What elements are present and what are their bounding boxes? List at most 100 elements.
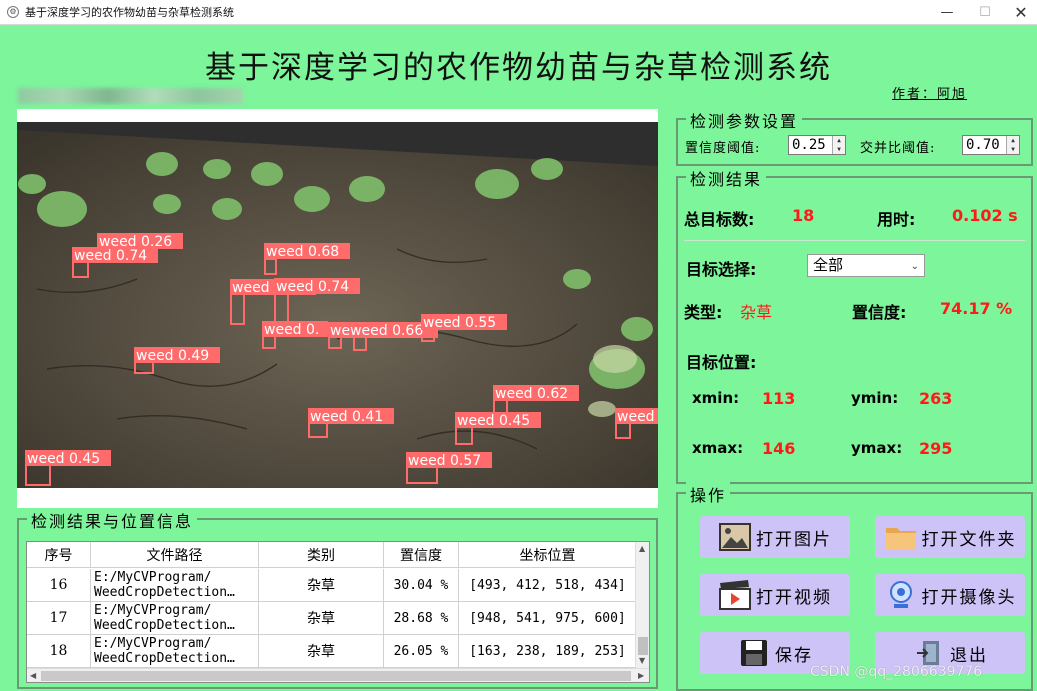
time-label: 用时:: [877, 210, 916, 229]
row-coords: [493, 412, 518, 434]: [459, 569, 637, 601]
table-header: 序号 文件路径 类别 置信度 坐标位置: [27, 542, 637, 568]
spin-arrows-icon[interactable]: ▲ ▼: [832, 136, 845, 154]
row-path: E:/MyCVProgram/ WeedCropDetection…: [91, 569, 259, 601]
image-display: weed 0.26 weed 0.74 weed 0.68 weed 0.74 …: [17, 109, 658, 508]
scroll-left-icon[interactable]: ◀: [30, 671, 36, 680]
detection-label: weweed 0.66: [330, 323, 423, 339]
open-camera-label: 打开摄像头: [921, 587, 1017, 608]
app-icon: ⚙: [7, 6, 19, 18]
ymax-label: ymax:: [851, 439, 903, 457]
folder-icon: [884, 520, 918, 554]
row-class: 杂草: [259, 602, 384, 634]
image-icon: [718, 520, 752, 554]
col-header-coords[interactable]: 坐标位置: [459, 542, 637, 567]
xmin-label: xmin:: [692, 389, 740, 407]
author-label: 作者：阿旭: [892, 87, 968, 102]
scroll-down-icon[interactable]: ▼: [639, 656, 645, 665]
scroll-right-icon[interactable]: ▶: [638, 671, 644, 680]
ymin-value: 263: [919, 389, 953, 408]
row-coords: [948, 541, 975, 600]: [459, 602, 637, 634]
detection-label: weed 0.57: [408, 453, 481, 469]
window-titlebar: ⚙ 基于深度学习的农作物幼苗与杂草检测系统 — ☐ ✕: [0, 0, 1037, 25]
conf-threshold-spinbox[interactable]: 0.25 ▲ ▼: [788, 135, 846, 155]
conf-threshold-label: 置信度阈值:: [685, 141, 761, 156]
iou-threshold-value: 0.70: [966, 137, 1000, 153]
row-confidence: 30.04 %: [384, 569, 459, 601]
ymin-label: ymin:: [851, 389, 899, 407]
exit-label: 退出: [950, 645, 988, 666]
chevron-down-icon: ⌄: [910, 261, 919, 272]
window-title: 基于深度学习的农作物幼苗与杂草检测系统: [25, 6, 234, 19]
detection-label: weed 0.74: [74, 248, 147, 264]
open-image-label: 打开图片: [756, 529, 832, 550]
col-header-index[interactable]: 序号: [27, 542, 91, 567]
row-index: 17: [27, 602, 91, 634]
spin-arrows-icon[interactable]: ▲ ▼: [1006, 136, 1019, 154]
close-button[interactable]: ✕: [998, 0, 1037, 25]
col-header-class[interactable]: 类别: [259, 542, 384, 567]
detection-label: weed 0.74: [276, 279, 349, 295]
results-legend: 检测结果: [686, 166, 767, 190]
open-folder-button[interactable]: 打开文件夹: [875, 516, 1025, 558]
table-row[interactable]: 17 E:/MyCVProgram/ WeedCropDetection… 杂草…: [27, 602, 637, 635]
xmin-value: 113: [762, 389, 796, 408]
row-confidence: 26.05 %: [384, 635, 459, 667]
watermark: CSDN @qq_2806639776: [810, 664, 983, 680]
row-confidence: 28.68 %: [384, 602, 459, 634]
detection-label: weed 0.49: [136, 348, 209, 364]
open-video-button[interactable]: 打开视频: [700, 574, 850, 616]
vertical-scroll-thumb[interactable]: [638, 637, 648, 655]
horizontal-scrollbar[interactable]: ◀ ▶: [27, 668, 649, 682]
iou-threshold-label: 交并比阈值:: [860, 141, 936, 156]
detection-label: weed 0.55: [423, 315, 496, 331]
row-coords: [163, 238, 189, 253]: [459, 635, 637, 667]
ymax-value: 295: [919, 439, 953, 458]
table-row[interactable]: 16 E:/MyCVProgram/ WeedCropDetection… 杂草…: [27, 569, 637, 602]
detection-label: weed 0.: [264, 322, 319, 338]
row-index: 18: [27, 635, 91, 667]
blurred-info-text: [18, 88, 243, 104]
xmax-value: 146: [762, 439, 796, 458]
detection-label: weed 0.68: [266, 244, 339, 260]
camera-icon: [884, 578, 918, 612]
video-icon: [718, 578, 752, 612]
confidence-label: 置信度:: [852, 303, 907, 322]
type-value: 杂草: [740, 303, 773, 322]
target-select-value: 全部: [813, 256, 844, 274]
open-camera-button[interactable]: 打开摄像头: [875, 574, 1025, 616]
detection-label: weed: [617, 409, 655, 425]
results-table[interactable]: 序号 文件路径 类别 置信度 坐标位置 16 E:/MyCVProgram/ W…: [26, 541, 650, 683]
open-folder-label: 打开文件夹: [921, 529, 1017, 550]
confidence-value: 74.17 %: [940, 299, 1013, 318]
save-icon: [737, 636, 771, 670]
time-value: 0.102 s: [952, 206, 1018, 225]
type-label: 类型:: [684, 303, 723, 322]
row-class: 杂草: [259, 569, 384, 601]
target-select-label: 目标选择:: [686, 260, 757, 279]
conf-threshold-value: 0.25: [792, 137, 826, 153]
detection-label: weed 0.41: [310, 409, 383, 425]
iou-threshold-spinbox[interactable]: 0.70 ▲ ▼: [962, 135, 1020, 155]
scroll-up-icon[interactable]: ▲: [639, 544, 645, 553]
detection-label: weed 0.45: [27, 451, 100, 467]
page-title: 基于深度学习的农作物幼苗与杂草检测系统: [205, 50, 832, 86]
total-value: 18: [792, 206, 815, 225]
row-class: 杂草: [259, 635, 384, 667]
vertical-scrollbar[interactable]: ▲ ▼: [635, 542, 649, 668]
open-video-label: 打开视频: [756, 587, 832, 608]
save-label: 保存: [775, 645, 813, 666]
position-label: 目标位置:: [686, 353, 757, 372]
horizontal-scroll-thumb[interactable]: [41, 671, 631, 681]
row-path: E:/MyCVProgram/ WeedCropDetection…: [91, 602, 259, 634]
row-index: 16: [27, 569, 91, 601]
open-image-button[interactable]: 打开图片: [700, 516, 850, 558]
detection-label: weed 0.45: [457, 413, 530, 429]
col-header-path[interactable]: 文件路径: [91, 542, 259, 567]
table-legend: 检测结果与位置信息: [27, 508, 198, 532]
detection-image: weed 0.26 weed 0.74 weed 0.68 weed 0.74 …: [17, 109, 658, 488]
table-row[interactable]: 18 E:/MyCVProgram/ WeedCropDetection… 杂草…: [27, 635, 637, 668]
target-select[interactable]: 全部 ⌄: [807, 254, 925, 277]
col-header-confidence[interactable]: 置信度: [384, 542, 459, 567]
params-legend: 检测参数设置: [686, 108, 803, 132]
divider: [684, 240, 1025, 241]
